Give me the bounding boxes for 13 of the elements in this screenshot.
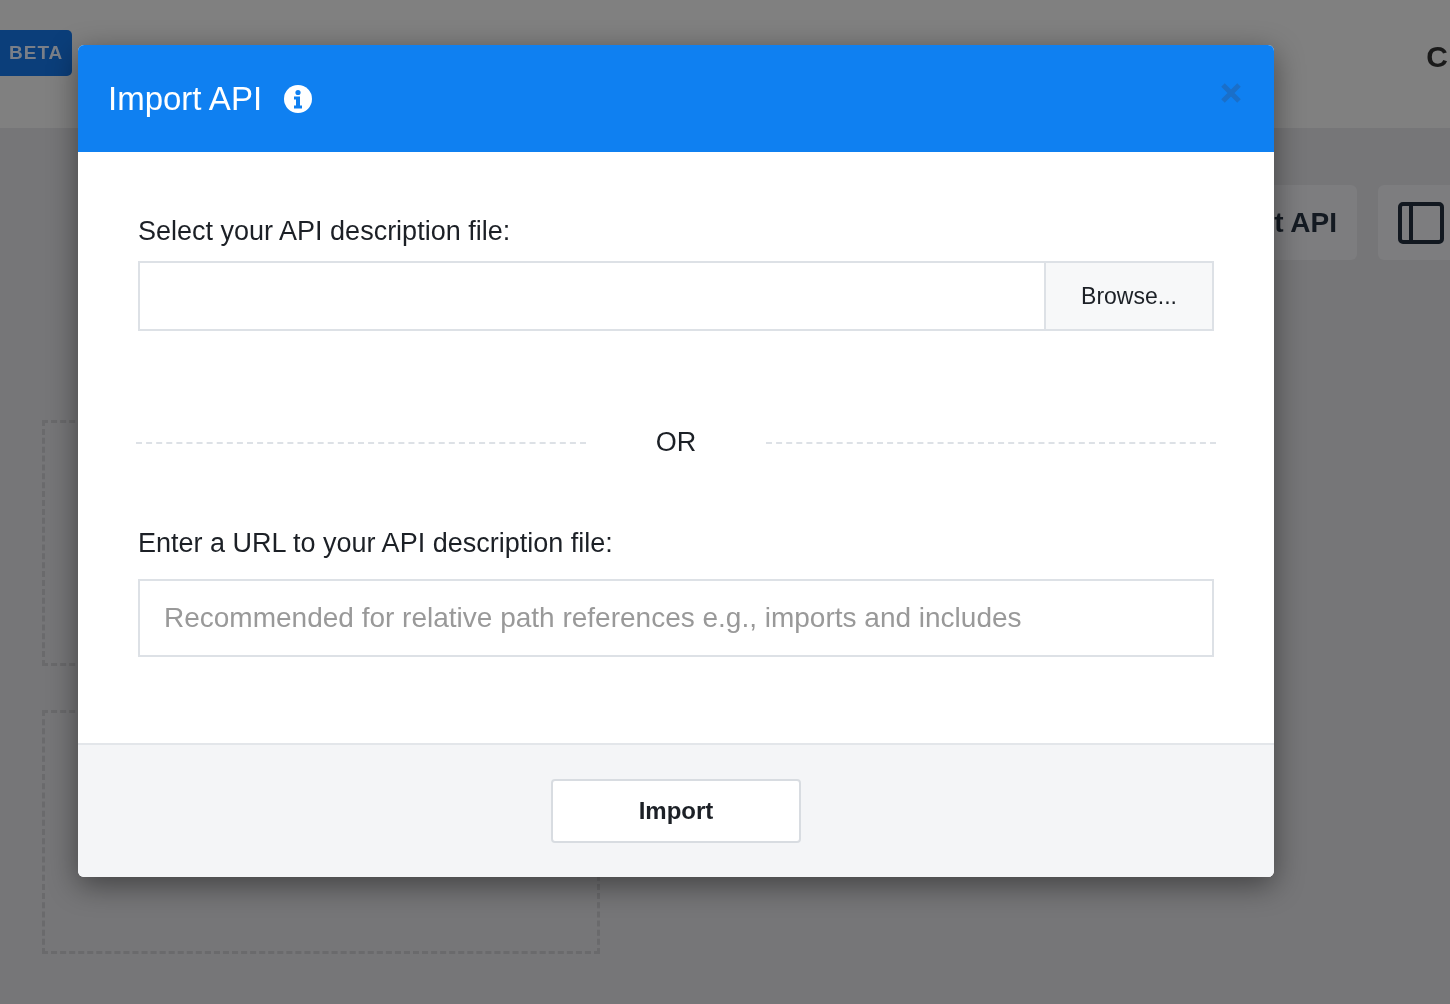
- dialog-title: Import API: [108, 79, 263, 118]
- url-label: Enter a URL to your API description file:: [138, 528, 614, 559]
- browse-button[interactable]: Browse...: [1044, 261, 1214, 331]
- import-button[interactable]: Import: [551, 779, 801, 843]
- file-label: Select your API description file:: [138, 216, 512, 247]
- beta-badge: BETA: [0, 30, 73, 76]
- url-input-field[interactable]: Recommended for relative path references e.g., imports and includes: [138, 579, 1214, 657]
- separator-text: OR: [654, 427, 698, 458]
- file-path-field[interactable]: [138, 261, 1044, 331]
- sidebar-toggle-button[interactable]: [1378, 185, 1450, 260]
- sidebar-icon: [1398, 201, 1444, 244]
- info-icon[interactable]: [284, 84, 313, 113]
- heading-fragment: C: [1426, 40, 1448, 74]
